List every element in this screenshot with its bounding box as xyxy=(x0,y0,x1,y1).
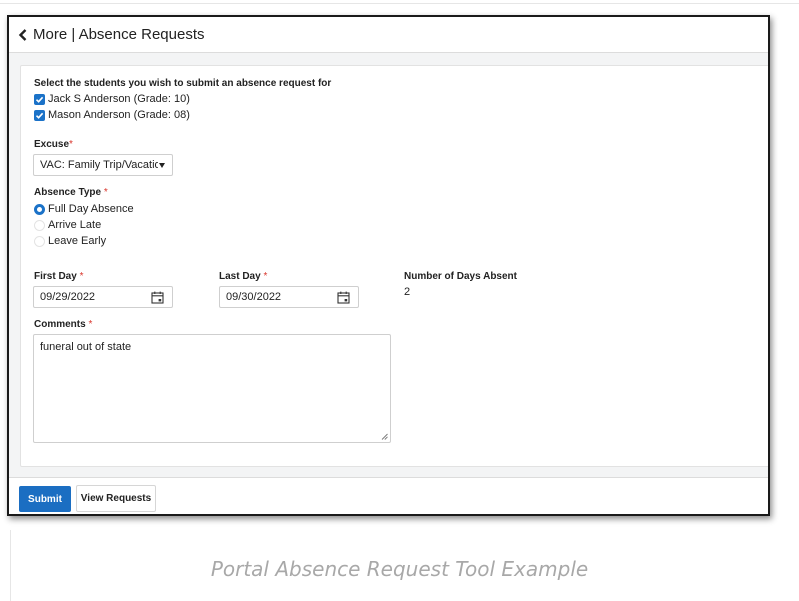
required-marker: * xyxy=(88,319,93,330)
calendar-icon[interactable] xyxy=(337,291,350,304)
student-checkbox-row[interactable]: Mason Anderson (Grade: 08) xyxy=(34,109,190,121)
checkbox-checked-icon[interactable] xyxy=(34,93,45,105)
excuse-value: VAC: Family Trip/Vacation xyxy=(40,159,158,171)
required-marker: * xyxy=(263,271,268,282)
excuse-label: Excuse* xyxy=(34,139,73,150)
first-day-value: 09/29/2022 xyxy=(40,291,96,303)
days-absent-value: 2 xyxy=(404,286,411,298)
days-absent-label: Number of Days Absent xyxy=(404,271,517,282)
students-label: Select the students you wish to submit a… xyxy=(34,78,332,89)
student-checkbox-row[interactable]: Jack S Anderson (Grade: 10) xyxy=(34,93,190,105)
first-day-input[interactable]: 09/29/2022 xyxy=(33,286,173,308)
comments-label: Comments * xyxy=(34,319,92,330)
last-day-input[interactable]: 09/30/2022 xyxy=(219,286,359,308)
first-day-label: First Day * xyxy=(34,271,83,282)
absence-type-option[interactable]: Leave Early xyxy=(34,235,106,247)
last-day-value: 09/30/2022 xyxy=(226,291,282,303)
absence-type-label-text: Absence Type xyxy=(34,187,102,198)
first-day-label-text: First Day xyxy=(34,271,77,282)
excuse-select[interactable]: VAC: Family Trip/Vacation xyxy=(33,154,173,176)
last-day-label: Last Day * xyxy=(219,271,267,282)
view-requests-button[interactable]: View Requests xyxy=(76,485,156,512)
absence-type-option[interactable]: Full Day Absence xyxy=(34,203,134,215)
absence-type-option[interactable]: Arrive Late xyxy=(34,219,101,231)
required-marker: * xyxy=(79,271,84,282)
required-marker: * xyxy=(69,139,73,150)
calendar-icon[interactable] xyxy=(151,291,164,304)
submit-button[interactable]: Submit xyxy=(19,486,71,512)
page-header: More | Absence Requests xyxy=(9,17,768,53)
screenshot-frame: More | Absence Requests Select the stude… xyxy=(7,15,770,516)
required-marker: * xyxy=(103,187,108,198)
chevron-left-icon[interactable] xyxy=(18,28,28,41)
absence-type-label: Leave Early xyxy=(48,235,107,247)
figure-caption: Portal Absence Request Tool Example xyxy=(210,557,589,581)
radio-unselected-icon[interactable] xyxy=(34,235,45,247)
absence-type-label: Full Day Absence xyxy=(48,203,134,215)
radio-selected-icon[interactable] xyxy=(34,203,45,215)
absence-request-form: Select the students you wish to submit a… xyxy=(20,65,768,467)
absence-type-label: Arrive Late xyxy=(48,219,102,231)
resize-handle-icon[interactable] xyxy=(381,433,388,440)
action-bar: Submit View Requests xyxy=(9,477,768,514)
comments-label-text: Comments xyxy=(34,319,86,330)
checkbox-checked-icon[interactable] xyxy=(34,109,45,121)
absence-type-label: Absence Type * xyxy=(34,187,108,198)
excuse-label-text: Excuse xyxy=(34,139,70,150)
student-name: Jack S Anderson (Grade: 10) xyxy=(48,93,190,105)
student-name: Mason Anderson (Grade: 08) xyxy=(48,109,190,121)
comments-value: funeral out of state xyxy=(40,341,132,353)
top-divider xyxy=(0,3,799,4)
last-day-label-text: Last Day xyxy=(219,271,261,282)
comments-textarea[interactable]: funeral out of state xyxy=(33,334,391,443)
caret-down-icon xyxy=(159,163,165,168)
radio-unselected-icon[interactable] xyxy=(34,219,45,231)
page-title: More | Absence Requests xyxy=(33,26,205,43)
